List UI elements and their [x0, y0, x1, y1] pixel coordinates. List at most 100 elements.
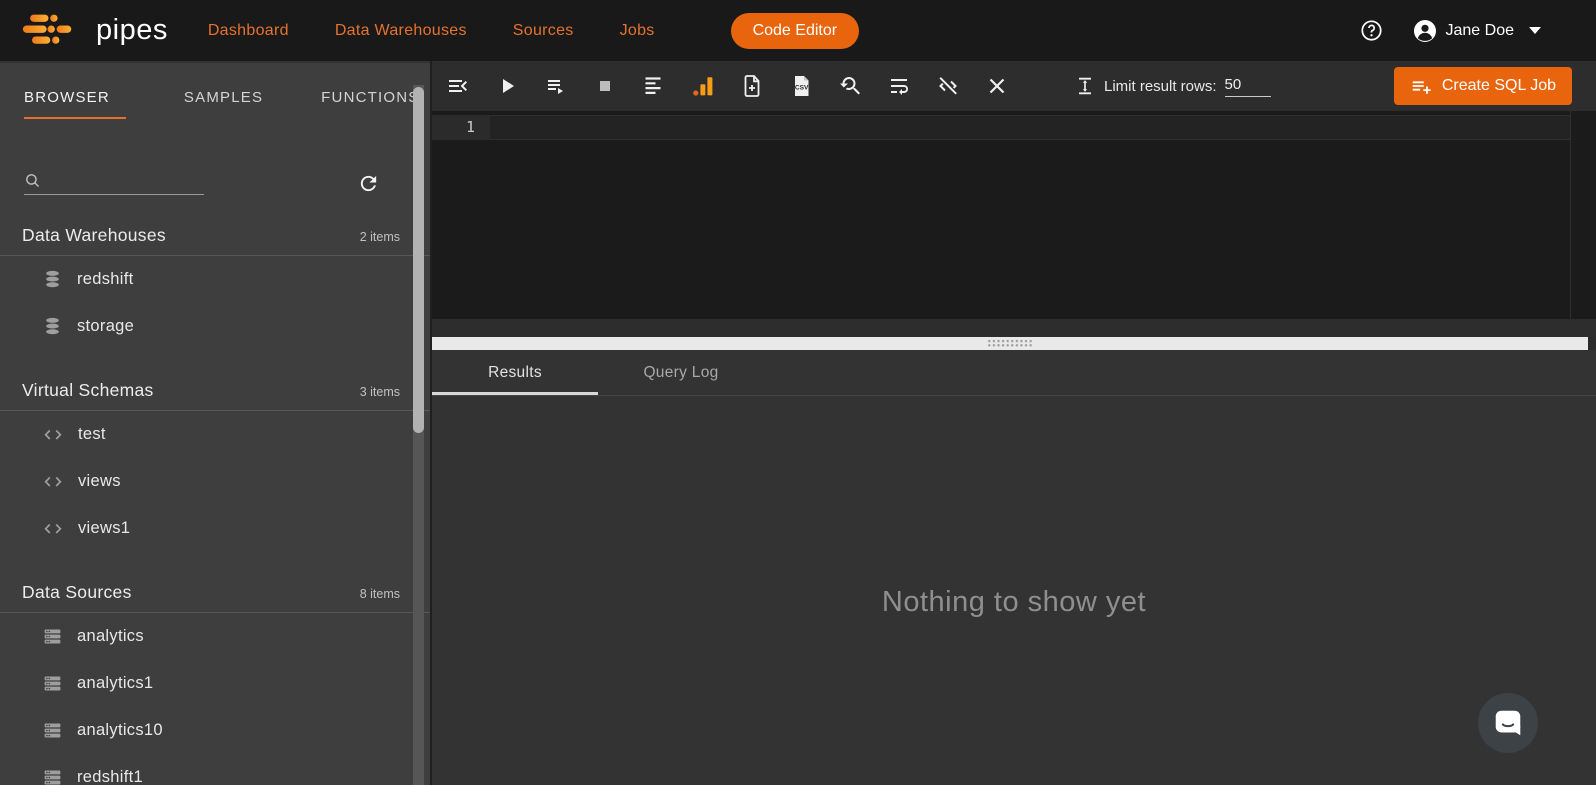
tree-section-data-sources: Data Sources 8 items analytics analytics…	[0, 558, 430, 785]
sidebar-scrollbar-thumb[interactable]	[413, 87, 424, 433]
limit-rows-group: Limit result rows:	[1074, 75, 1271, 97]
nav-code-editor[interactable]: Code Editor	[731, 13, 860, 49]
search-icon	[24, 172, 41, 189]
panel-resize-handle[interactable]	[432, 337, 1588, 350]
source-icon	[42, 626, 63, 647]
source-icon	[42, 720, 63, 741]
search-field[interactable]	[24, 172, 204, 195]
tree-item-label: analytics10	[77, 721, 163, 740]
run-list-icon[interactable]	[544, 74, 568, 98]
create-sql-job-label: Create SQL Job	[1442, 77, 1556, 95]
sidebar-tabs: BROWSER SAMPLES FUNCTIONS	[0, 63, 430, 119]
chevron-down-icon	[1529, 27, 1541, 34]
main-nav: Dashboard Data Warehouses Sources Jobs C…	[208, 13, 859, 49]
chat-widget-button[interactable]	[1478, 693, 1538, 753]
database-icon	[42, 269, 63, 290]
app-logo[interactable]: pipes	[22, 10, 168, 52]
editor-panel: CSV	[430, 61, 1596, 785]
tree-item-label: analytics1	[77, 674, 153, 693]
tab-functions[interactable]: FUNCTIONS	[321, 89, 419, 119]
search-input[interactable]	[49, 172, 199, 189]
chat-bubble-icon	[1491, 706, 1525, 740]
section-count-badge: 8 items	[360, 587, 400, 601]
nav-sources[interactable]: Sources	[513, 22, 574, 40]
create-sql-job-button[interactable]: Create SQL Job	[1394, 67, 1572, 105]
tab-query-log[interactable]: Query Log	[598, 350, 764, 395]
results-panel: Nothing to show yet	[432, 396, 1596, 785]
chart-icon[interactable]	[691, 74, 715, 98]
code-icon	[42, 518, 64, 540]
tab-results[interactable]: Results	[432, 350, 598, 395]
refresh-icon[interactable]	[357, 172, 380, 195]
word-wrap-icon[interactable]	[887, 74, 911, 98]
section-count-badge: 3 items	[360, 385, 400, 399]
editor-toolbar: CSV	[432, 61, 1596, 111]
source-icon	[42, 673, 63, 694]
sidebar-search-row	[24, 172, 406, 195]
tree-item-views1[interactable]: views1	[0, 505, 430, 552]
new-file-icon[interactable]	[740, 74, 764, 98]
avatar-icon	[1413, 19, 1437, 43]
help-icon[interactable]	[1360, 19, 1383, 42]
playlist-add-icon	[1410, 75, 1432, 97]
tree-item-analytics[interactable]: analytics	[0, 613, 430, 660]
tree-item-analytics1[interactable]: analytics1	[0, 660, 430, 707]
close-icon[interactable]	[985, 74, 1009, 98]
section-header[interactable]: Data Warehouses 2 items	[0, 201, 430, 246]
tree-item-label: storage	[77, 317, 134, 336]
source-icon	[42, 767, 63, 785]
pipes-logo-icon	[22, 10, 84, 52]
tree-item-storage[interactable]: storage	[0, 303, 430, 350]
tree-section-data-warehouses: Data Warehouses 2 items redshift storag	[0, 201, 430, 350]
search-history-icon[interactable]	[838, 74, 862, 98]
run-query-icon[interactable]	[495, 74, 519, 98]
section-label: Data Warehouses	[22, 225, 166, 246]
results-tab-bar: Results Query Log	[432, 350, 1596, 396]
database-icon	[42, 316, 63, 337]
tree-item-label: redshift1	[77, 768, 143, 785]
tree-item-redshift1[interactable]: redshift1	[0, 754, 430, 785]
editor-results-gap	[432, 319, 1596, 337]
logo-wordmark: pipes	[96, 14, 168, 47]
tree-item-label: test	[78, 425, 106, 444]
row-height-icon	[1074, 75, 1096, 97]
limit-rows-label: Limit result rows:	[1104, 78, 1217, 95]
format-sql-icon[interactable]	[642, 74, 666, 98]
drag-grip-icon	[987, 339, 1033, 348]
code-icon	[42, 471, 64, 493]
section-header[interactable]: Virtual Schemas 3 items	[0, 356, 430, 401]
section-label: Virtual Schemas	[22, 380, 154, 401]
empty-state-text: Nothing to show yet	[882, 586, 1146, 785]
browser-sidebar: BROWSER SAMPLES FUNCTIONS Data Warehouse…	[0, 61, 430, 785]
menu-open-icon[interactable]	[446, 74, 470, 98]
tree-item-test[interactable]: test	[0, 411, 430, 458]
tree-item-views[interactable]: views	[0, 458, 430, 505]
sql-code-editor[interactable]: 1	[432, 111, 1596, 319]
export-csv-icon[interactable]: CSV	[789, 74, 813, 98]
section-label: Data Sources	[22, 582, 132, 603]
svg-text:CSV: CSV	[795, 85, 809, 92]
code-icon	[42, 424, 64, 446]
active-line-highlight	[490, 115, 1570, 140]
limit-rows-input[interactable]	[1225, 76, 1271, 97]
user-menu[interactable]: Jane Doe	[1413, 19, 1542, 43]
code-line: 1	[432, 115, 1596, 140]
topbar-right: Jane Doe	[1360, 19, 1596, 43]
section-count-badge: 2 items	[360, 230, 400, 244]
tree-item-analytics10[interactable]: analytics10	[0, 707, 430, 754]
code-off-icon[interactable]	[936, 74, 960, 98]
nav-jobs[interactable]: Jobs	[620, 22, 655, 40]
user-name: Jane Doe	[1446, 22, 1515, 40]
tab-browser[interactable]: BROWSER	[24, 89, 126, 119]
tree-section-virtual-schemas: Virtual Schemas 3 items test views	[0, 356, 430, 552]
nav-dashboard[interactable]: Dashboard	[208, 22, 289, 40]
nav-data-warehouses[interactable]: Data Warehouses	[335, 22, 467, 40]
tree-item-label: analytics	[77, 627, 144, 646]
line-number: 1	[432, 115, 490, 140]
section-header[interactable]: Data Sources 8 items	[0, 558, 430, 603]
stop-icon[interactable]	[593, 74, 617, 98]
tree-item-label: views1	[78, 519, 130, 538]
tree-item-redshift[interactable]: redshift	[0, 256, 430, 303]
top-nav-bar: pipes Dashboard Data Warehouses Sources …	[0, 0, 1596, 61]
tab-samples[interactable]: SAMPLES	[184, 89, 263, 119]
